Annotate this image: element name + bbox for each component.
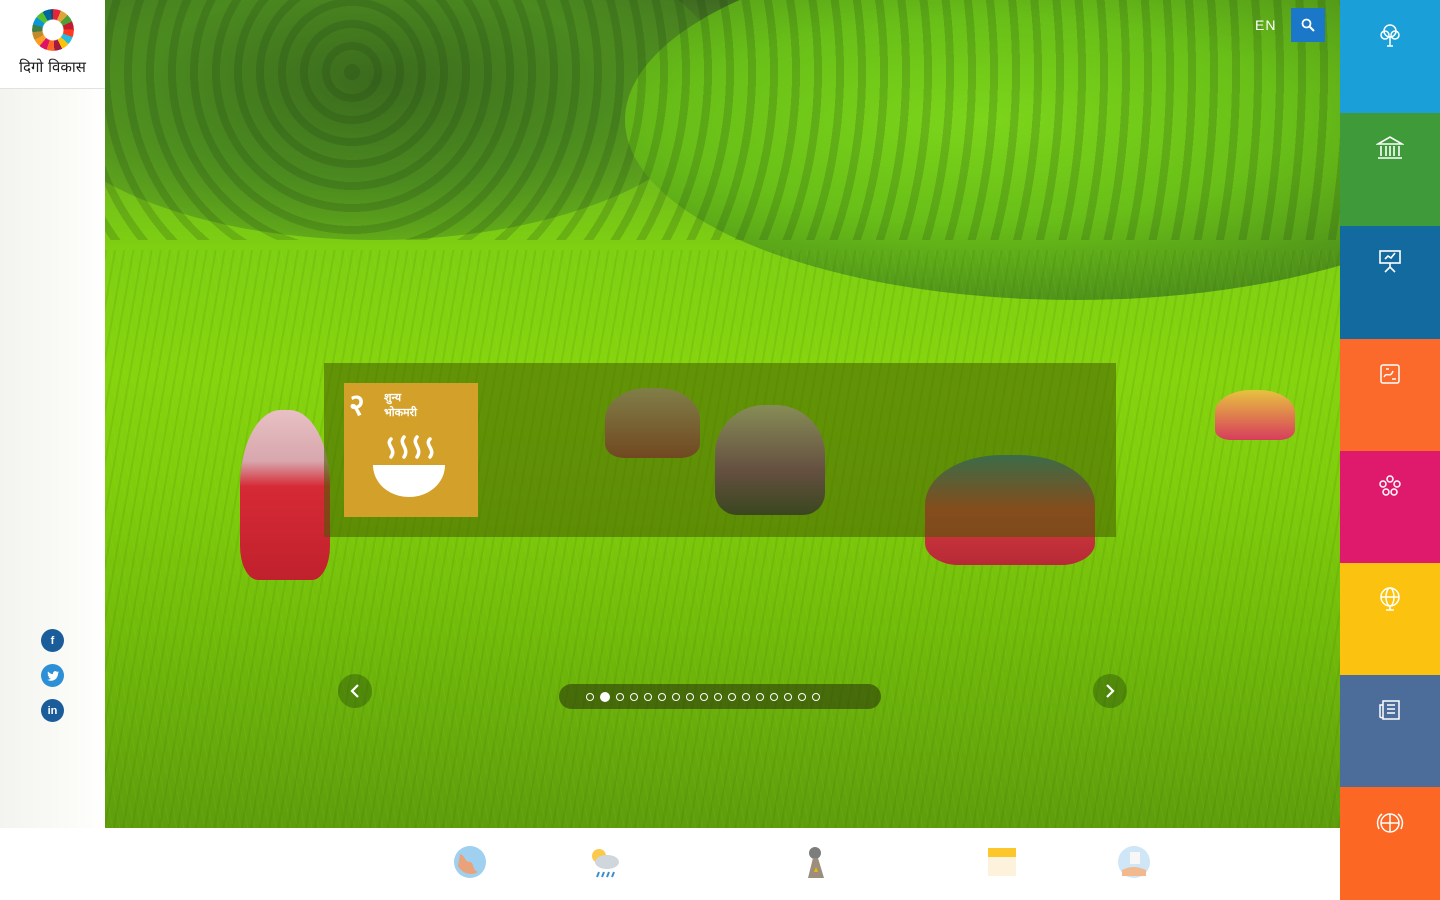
carousel-dot[interactable] <box>658 692 666 701</box>
newspaper-icon <box>1379 700 1400 720</box>
earth-icon[interactable] <box>452 844 488 880</box>
presentation-board-icon <box>1379 250 1401 273</box>
nav-tile-7[interactable] <box>1340 675 1440 787</box>
chevron-right-icon <box>1106 684 1115 698</box>
carousel-dot[interactable] <box>630 692 638 701</box>
twitter-bird-glyph <box>46 670 59 681</box>
site-logo[interactable]: दिगो विकास <box>0 0 105 89</box>
carousel-dot[interactable] <box>756 692 764 701</box>
carousel-dot[interactable] <box>770 692 778 701</box>
goal-card[interactable]: २ शुन्य भोकमरी <box>344 383 478 517</box>
bowl-icon <box>373 435 445 497</box>
carousel-dot[interactable] <box>728 692 736 701</box>
logo-text: दिगो विकास <box>19 58 86 76</box>
carousel-dot[interactable] <box>686 692 694 701</box>
sdg-wheel-icon <box>31 9 74 51</box>
right-nav-bar <box>1340 0 1440 900</box>
nav-tile-1[interactable] <box>1340 0 1440 113</box>
goal-number: २ <box>349 388 365 423</box>
chevron-left-icon <box>350 684 359 698</box>
carousel-dot[interactable] <box>784 692 792 701</box>
bottom-icon-strip <box>0 828 1340 900</box>
carousel-dot[interactable] <box>798 692 806 701</box>
globe-icon <box>1380 587 1400 611</box>
nav-tile-4[interactable] <box>1340 339 1440 451</box>
map-hand-icon[interactable] <box>1116 844 1152 880</box>
network-icon <box>1379 475 1401 496</box>
nav-tile-2[interactable] <box>1340 113 1440 226</box>
volcano-icon[interactable] <box>798 844 834 880</box>
nav-tile-8[interactable] <box>1340 787 1440 900</box>
carousel-dot[interactable] <box>586 692 594 701</box>
facebook-icon[interactable]: f <box>41 629 64 652</box>
carousel-dot[interactable] <box>644 692 652 701</box>
notes-icon[interactable] <box>984 844 1020 880</box>
carousel-dot[interactable] <box>600 691 610 702</box>
carousel-dot[interactable] <box>672 692 680 701</box>
carousel-dot[interactable] <box>700 692 708 701</box>
goal-title: शुन्य भोकमरी <box>384 391 417 419</box>
search-button[interactable] <box>1291 8 1325 42</box>
government-building-icon <box>1376 136 1404 159</box>
tree-icon <box>1380 24 1400 47</box>
carousel-dot[interactable] <box>812 692 820 701</box>
left-sidebar: दिगो विकास f in <box>0 0 105 828</box>
carousel-next-button[interactable] <box>1093 674 1127 708</box>
carousel-dots <box>559 684 881 709</box>
carousel-dot[interactable] <box>742 692 750 701</box>
un-emblem-icon <box>1376 813 1404 833</box>
language-switch[interactable]: EN <box>1255 17 1276 33</box>
nav-tile-6[interactable] <box>1340 563 1440 675</box>
carousel-dot[interactable] <box>616 692 624 701</box>
twitter-icon[interactable] <box>41 664 64 687</box>
nav-tile-3[interactable] <box>1340 226 1440 339</box>
weather-icon[interactable] <box>587 844 623 880</box>
linkedin-icon[interactable]: in <box>41 699 64 722</box>
carousel-prev-button[interactable] <box>338 674 372 708</box>
nav-tile-5[interactable] <box>1340 451 1440 563</box>
map-icon <box>1380 364 1400 384</box>
search-icon <box>1301 18 1315 32</box>
carousel-dot[interactable] <box>714 692 722 701</box>
